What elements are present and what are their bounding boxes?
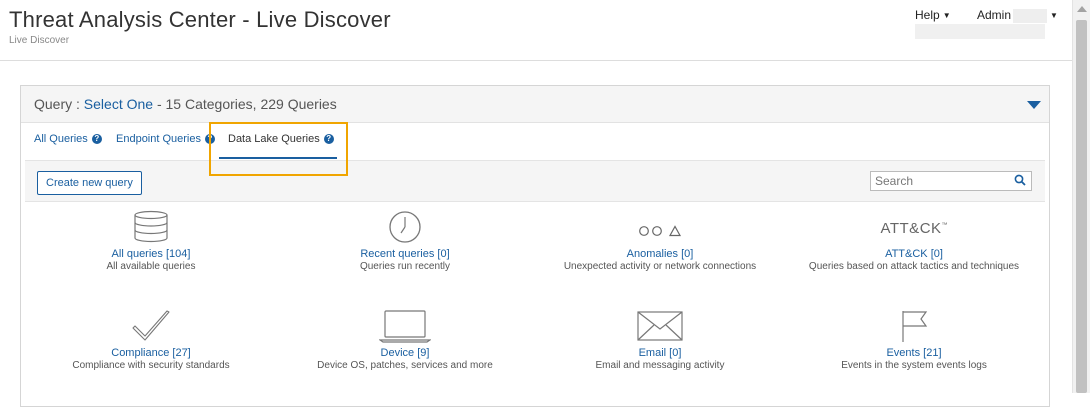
category-title[interactable]: Anomalies [0] <box>535 248 785 260</box>
query-summary: - 15 Categories, 229 Queries <box>156 96 337 112</box>
tab-endpoint-queries[interactable]: Endpoint Queries? <box>116 133 215 145</box>
category-anomalies[interactable]: Anomalies [0] Unexpected activity or net… <box>535 210 785 272</box>
highlight-annotation <box>209 122 348 176</box>
category-desc: Email and messaging activity <box>595 360 725 371</box>
attck-logo-tm: ™ <box>941 222 948 229</box>
create-new-query-button[interactable]: Create new query <box>37 171 142 195</box>
query-panel: Query : Select One - 15 Categories, 229 … <box>20 85 1050 407</box>
category-email[interactable]: Email [0] Email and messaging activity <box>535 309 785 371</box>
redacted-info <box>915 24 1045 39</box>
laptop-icon <box>280 309 530 343</box>
category-desc: Unexpected activity or network connectio… <box>563 261 757 272</box>
category-title[interactable]: Compliance [27] <box>26 347 276 359</box>
query-toolbar: Create new query <box>25 160 1045 202</box>
category-desc: Compliance with security standards <box>72 360 230 371</box>
category-recent-queries[interactable]: Recent queries [0] Queries run recently <box>280 210 530 272</box>
category-device[interactable]: Device [9] Device OS, patches, services … <box>280 309 530 371</box>
page-header: Threat Analysis Center - Live Discover L… <box>0 0 1072 61</box>
search-input[interactable] <box>875 173 1005 189</box>
category-title[interactable]: Recent queries [0] <box>280 248 530 260</box>
attck-logo: ATT&CK <box>880 220 942 237</box>
help-label: Help <box>915 8 940 22</box>
page-scrollbar[interactable] <box>1072 0 1090 393</box>
category-desc: Queries run recently <box>359 261 451 272</box>
category-compliance[interactable]: Compliance [27] Compliance with security… <box>26 309 276 371</box>
admin-menu[interactable]: Admin ▼ <box>977 8 1058 23</box>
category-desc: Device OS, patches, services and more <box>317 360 493 371</box>
admin-label: Admin <box>977 8 1012 22</box>
help-icon[interactable]: ? <box>91 134 102 145</box>
category-events[interactable]: Events [21] Events in the system events … <box>789 309 1039 371</box>
envelope-icon <box>535 309 785 343</box>
database-icon <box>26 210 276 244</box>
tab-label: Endpoint Queries <box>116 133 201 145</box>
category-title[interactable]: ATT&CK [0] <box>789 248 1039 260</box>
collapse-caret-icon[interactable] <box>1027 101 1041 109</box>
query-selector-title: Query : Select One - 15 Categories, 229 … <box>34 96 337 112</box>
scrollbar-thumb[interactable] <box>1076 20 1087 393</box>
category-attck[interactable]: ATT&CK™ ATT&CK [0] Queries based on atta… <box>789 210 1039 272</box>
category-desc: All available queries <box>106 261 196 272</box>
category-desc: Events in the system events logs <box>841 360 987 371</box>
category-desc: Queries based on attack tactics and tech… <box>808 261 1020 272</box>
tab-label: All Queries <box>34 133 88 145</box>
breadcrumb: Live Discover <box>9 35 70 46</box>
caret-down-icon: ▼ <box>1050 11 1058 21</box>
category-all-queries[interactable]: All queries [104] All available queries <box>26 210 276 272</box>
caret-down-icon: ▼ <box>942 11 951 21</box>
clock-icon <box>280 210 530 244</box>
attck-logo-icon: ATT&CK™ <box>789 210 1039 244</box>
query-prefix: Query : <box>34 96 80 112</box>
help-menu[interactable]: Help ▼ <box>915 8 951 22</box>
query-select-link[interactable]: Select One <box>84 96 153 112</box>
checkmark-icon <box>26 309 276 343</box>
scroll-up-icon[interactable] <box>1077 6 1087 12</box>
category-title[interactable]: All queries [104] <box>26 248 276 260</box>
category-title[interactable]: Email [0] <box>535 347 785 359</box>
redacted-username <box>1013 8 1048 23</box>
search-field[interactable] <box>870 171 1032 191</box>
category-title[interactable]: Events [21] <box>789 347 1039 359</box>
query-panel-header[interactable]: Query : Select One - 15 Categories, 229 … <box>21 86 1049 123</box>
tab-all-queries[interactable]: All Queries? <box>34 133 102 145</box>
page-title: Threat Analysis Center - Live Discover <box>9 7 391 32</box>
category-title[interactable]: Device [9] <box>280 347 530 359</box>
shapes-icon <box>535 210 785 244</box>
flag-icon <box>789 309 1039 343</box>
search-icon[interactable] <box>1014 174 1026 186</box>
